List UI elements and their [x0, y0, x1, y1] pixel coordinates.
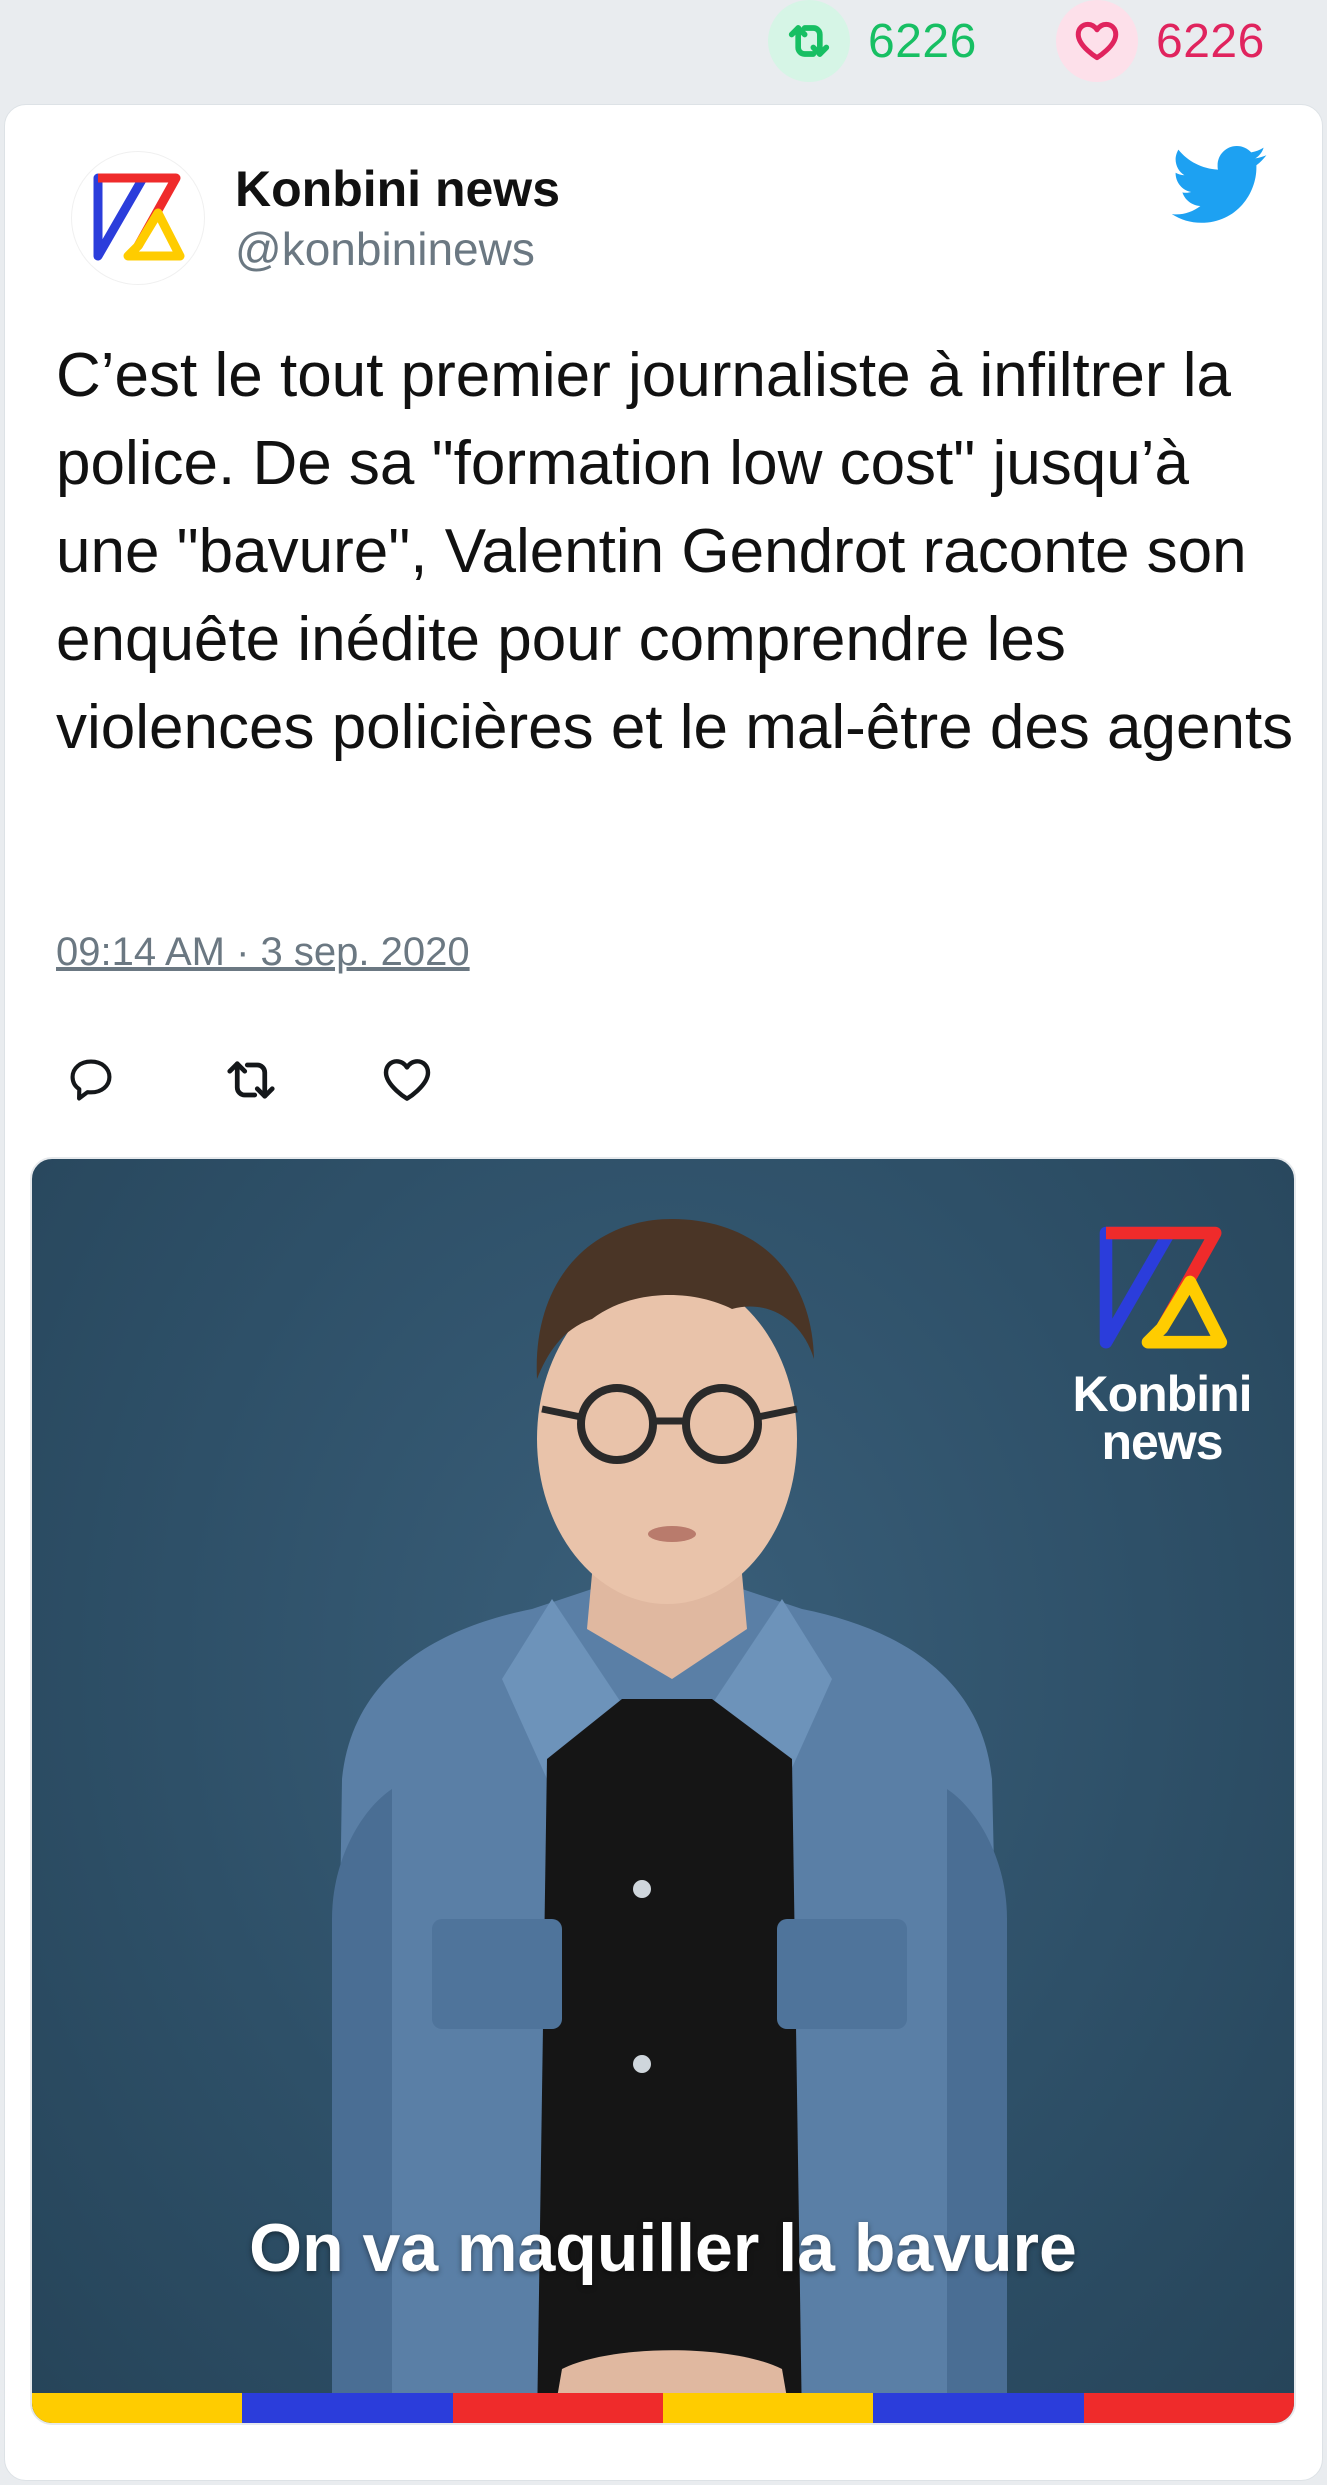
twitter-bird-icon[interactable] — [1171, 146, 1268, 231]
konbini-logo — [93, 173, 185, 261]
media-brand-line1: Konbini — [1072, 1366, 1252, 1422]
tweet-text: C’est le tout premier journaliste à infi… — [56, 341, 1294, 762]
media-brand-line2: news — [1101, 1414, 1223, 1470]
reply-icon — [70, 1059, 112, 1101]
engagement-bar: 6226 6226 — [0, 0, 1327, 100]
author-name[interactable]: Konbini news — [235, 160, 560, 218]
media-brand-name: Konbini news — [1062, 1366, 1262, 1470]
konbini-logo — [1099, 1226, 1228, 1349]
retweet-count[interactable]: 6226 — [768, 0, 977, 82]
heart-icon — [1056, 0, 1138, 82]
reply-button[interactable] — [56, 1045, 126, 1115]
retweet-button[interactable] — [216, 1045, 286, 1115]
avatar[interactable] — [72, 152, 204, 284]
tweet-timestamp[interactable]: 09:14 AM · 3 sep. 2020 — [56, 930, 470, 975]
tweet-video-thumbnail[interactable]: Konbini news On va maquiller la bavure — [30, 1157, 1296, 2425]
like-count-value: 6226 — [1156, 14, 1265, 68]
stripe-red — [1083, 2393, 1294, 2423]
stripe-yellow — [32, 2393, 243, 2423]
retweet-count-value: 6226 — [868, 14, 977, 68]
retweet-icon — [227, 1061, 275, 1099]
media-konbini-logo: Konbini news — [1062, 1219, 1262, 1470]
retweet-icon — [768, 0, 850, 82]
stripe-blue — [873, 2393, 1084, 2423]
video-caption: On va maquiller la bavure — [249, 2210, 1077, 2286]
like-button[interactable] — [372, 1045, 442, 1115]
stripe-blue — [242, 2393, 453, 2423]
author-handle[interactable]: @konbininews — [235, 222, 535, 276]
like-count[interactable]: 6226 — [1056, 0, 1265, 82]
heart-icon — [383, 1059, 431, 1101]
stripe-yellow — [662, 2393, 874, 2423]
color-stripe — [32, 2393, 1294, 2423]
stripe-red — [452, 2393, 663, 2423]
